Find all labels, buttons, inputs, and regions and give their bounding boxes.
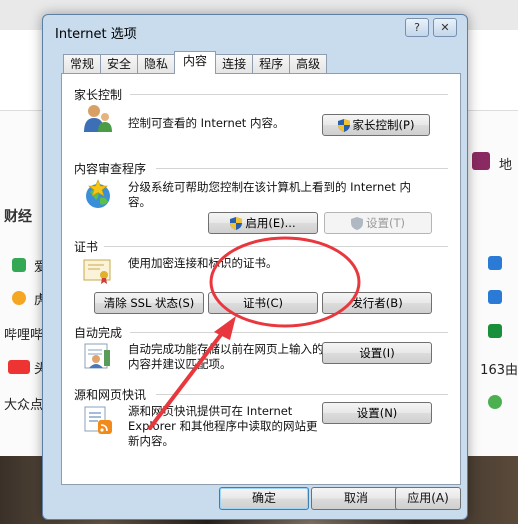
divider: [156, 168, 448, 169]
certificates-heading: 证书: [74, 240, 99, 254]
uac-shield-icon: [337, 118, 350, 132]
feeds-description: 源和网页快讯提供可在 Internet Explorer 和其他程序中读取的网站…: [128, 404, 318, 448]
certificates-button[interactable]: 证书(C): [208, 292, 318, 314]
content-advisor-description: 分级系统可帮助您控制在该计算机上看到的 Internet 内容。: [128, 180, 411, 209]
feeds-heading: 源和网页快讯: [74, 388, 147, 402]
content-advisor-heading: 内容审查程序: [74, 162, 147, 176]
publishers-button[interactable]: 发行者(B): [322, 292, 432, 314]
tab-content[interactable]: 内容: [174, 51, 217, 74]
content-tab-panel: 家长控制 控制可查看的 Internet 内容。 家长控制(P) 内容审查程序 …: [61, 73, 461, 485]
certificates-description: 使用加密连接和标识的证书。: [128, 256, 278, 270]
certificate-icon: [83, 259, 111, 284]
bg-site-link[interactable]: 163由: [480, 359, 518, 378]
bg-site-icon: [12, 291, 26, 305]
bg-site-icon: [488, 395, 502, 409]
clear-ssl-state-button[interactable]: 清除 SSL 状态(S): [94, 292, 204, 314]
tab-security[interactable]: 安全: [100, 54, 139, 74]
enable-advisor-button-label: 启用(E)...: [245, 216, 296, 230]
bg-finance-label[interactable]: 财经: [4, 206, 32, 226]
tab-programs[interactable]: 程序: [252, 54, 291, 74]
feeds-settings-button[interactable]: 设置(N): [322, 402, 432, 424]
tab-advanced[interactable]: 高级: [289, 54, 328, 74]
content-advisor-icon: [86, 179, 110, 208]
dialog-title: Internet 选项: [55, 27, 137, 42]
bg-site-icon: [12, 258, 26, 272]
bg-site-icon: [488, 290, 502, 304]
bg-site-icon: [8, 360, 30, 374]
divider: [130, 332, 448, 333]
divider: [156, 394, 448, 395]
enable-advisor-button[interactable]: 启用(E)...: [208, 212, 318, 234]
tab-general[interactable]: 常规: [63, 54, 102, 74]
parental-controls-icon: [84, 105, 112, 132]
divider: [104, 246, 448, 247]
parental-controls-button-label: 家长控制(P): [352, 118, 415, 132]
parental-controls-button[interactable]: 家长控制(P): [322, 114, 430, 136]
parental-controls-description: 控制可查看的 Internet 内容。: [128, 116, 285, 130]
uac-shield-icon: [351, 216, 363, 230]
bg-map-icon: [472, 152, 490, 170]
bg-site-icon: [488, 256, 502, 270]
advisor-settings-button[interactable]: 设置(T): [324, 212, 432, 234]
tab-strip: 常规 安全 隐私 内容 连接 程序 高级: [63, 51, 328, 74]
tab-connections[interactable]: 连接: [215, 54, 254, 74]
autocomplete-heading: 自动完成: [74, 326, 123, 340]
divider: [130, 94, 448, 95]
tab-privacy[interactable]: 隐私: [137, 54, 176, 74]
advisor-settings-button-label: 设置(T): [366, 216, 405, 230]
feeds-icon: [84, 406, 112, 434]
cancel-button[interactable]: 取消: [311, 487, 401, 510]
internet-options-dialog: Internet 选项 ? ✕ 常规 安全 隐私 内容 连接 程序 高级 家长控…: [42, 14, 468, 520]
autocomplete-icon: [84, 343, 110, 369]
autocomplete-settings-button[interactable]: 设置(I): [322, 342, 432, 364]
apply-button[interactable]: 应用(A): [395, 487, 461, 510]
autocomplete-description: 自动完成功能存储以前在网页上输入的内容并建议匹配项。: [128, 342, 324, 371]
parental-controls-heading: 家长控制: [74, 88, 123, 102]
help-button[interactable]: ?: [405, 18, 429, 37]
bg-site-link[interactable]: 哔哩哔: [4, 324, 43, 343]
close-button[interactable]: ✕: [433, 18, 457, 37]
bg-site-icon: [488, 324, 502, 338]
ok-button[interactable]: 确定: [219, 487, 309, 510]
uac-shield-icon: [230, 216, 243, 230]
bg-map-link[interactable]: 地: [499, 154, 512, 173]
bg-site-link[interactable]: 大众点: [4, 394, 43, 413]
